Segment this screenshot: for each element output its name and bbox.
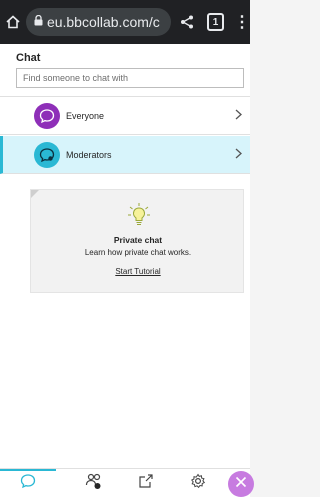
chat-row-label: Everyone [66, 110, 105, 121]
share-content-icon [138, 473, 154, 494]
card-corner [31, 190, 39, 198]
share-icon[interactable] [177, 0, 197, 44]
url-text: eu.bbcollab.com/c [46, 14, 160, 30]
address-bar[interactable]: eu.bbcollab.com/c [25, 8, 172, 36]
chat-panel: Chat Everyone Moderators [0, 44, 250, 497]
lock-icon [34, 14, 43, 29]
chat-row-label: Moderators [66, 149, 112, 160]
chevron-right-icon [235, 109, 242, 123]
settings-icon [190, 473, 206, 494]
tutorial-title: Private chat [113, 235, 163, 245]
chat-bubble-icon [20, 473, 36, 494]
private-chat-tutorial-card: Private chat Learn how private chat work… [30, 189, 244, 293]
settings-tab[interactable] [184, 469, 212, 497]
lightbulb-icon [127, 202, 151, 233]
more-icon[interactable]: ⋮ [234, 12, 250, 32]
bottom-nav [0, 468, 254, 497]
start-tutorial-link[interactable]: Start Tutorial [31, 267, 245, 276]
search-input[interactable] [16, 68, 244, 88]
chat-row-everyone[interactable]: Everyone [0, 97, 250, 135]
attendees-icon [85, 472, 103, 495]
chat-row-moderators[interactable]: Moderators [0, 136, 250, 174]
chat-bubble-icon [34, 102, 60, 129]
panel-title: Chat [16, 52, 41, 64]
close-button[interactable] [228, 471, 254, 497]
close-icon [235, 475, 247, 493]
attendees-tab[interactable] [80, 469, 108, 497]
chat-tab[interactable] [14, 469, 42, 497]
home-icon[interactable] [2, 0, 24, 44]
tabs-icon[interactable]: 1 [207, 13, 224, 31]
tutorial-description: Learn how private chat works. [84, 248, 192, 257]
browser-toolbar: eu.bbcollab.com/c 1 ⋮ [0, 0, 250, 44]
share-content-tab[interactable] [132, 469, 160, 497]
moderator-icon [34, 141, 60, 168]
chevron-right-icon [235, 148, 242, 162]
